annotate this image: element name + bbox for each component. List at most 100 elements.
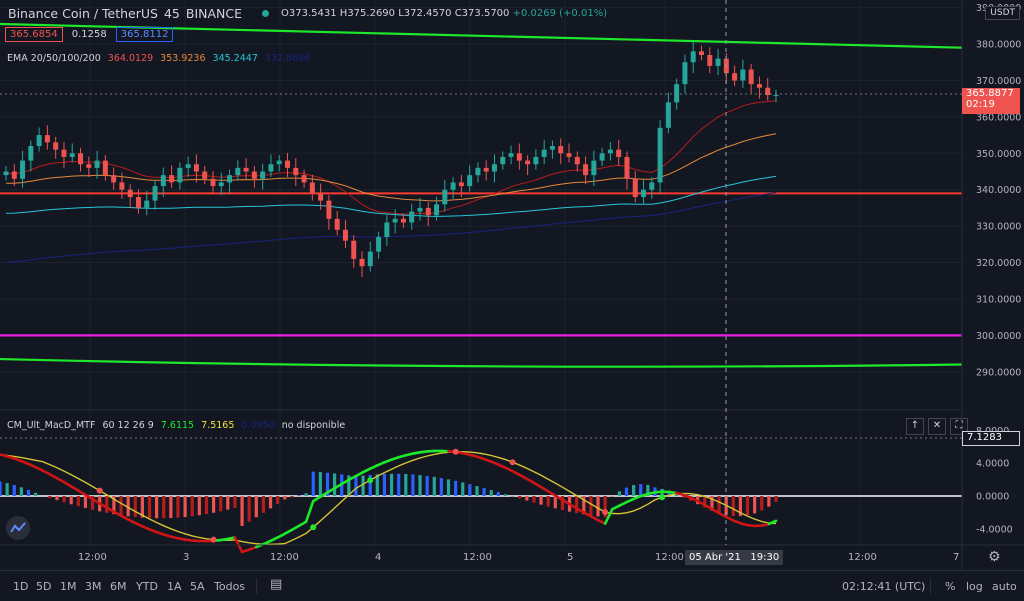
candle-body (517, 153, 522, 160)
candle-body (86, 164, 91, 168)
time-axis[interactable]: 12:00 3 12:00 4 12:00 5 12:00 12:00 7 05… (0, 550, 962, 568)
macd-histogram-bar (205, 496, 208, 514)
chart-canvas[interactable]: 390.0000380.0000370.0000360.0000350.0000… (0, 0, 1024, 570)
macd-histogram-bar (732, 496, 735, 516)
range-5a[interactable]: 5A (190, 580, 205, 593)
macd-histogram-bar (753, 496, 756, 513)
macd-histogram-bar (575, 496, 578, 513)
date-range-calendar-icon[interactable]: ▤ (270, 577, 282, 592)
utc-clock[interactable]: 02:12:41 (UTC) (842, 580, 925, 593)
macd-histogram-bar (483, 488, 486, 496)
macd-histogram-bar (84, 496, 87, 508)
macd-cross-dot (602, 509, 608, 515)
candle-body (475, 168, 480, 175)
candle-body (260, 172, 265, 179)
candle-body (608, 150, 613, 154)
price-axis-label: 300.0000 (976, 331, 1021, 342)
macd-histogram-bar (632, 485, 635, 496)
candle-body (4, 172, 9, 176)
range-6m[interactable]: 6M (110, 580, 127, 593)
last-price-value: 365.8877 (966, 88, 1020, 99)
macd-histogram-bar (162, 496, 165, 518)
price-axis-label: 380.0000 (976, 40, 1021, 51)
candle-body (707, 55, 712, 66)
macd-histogram-bar (554, 496, 557, 508)
candle-body (169, 175, 174, 182)
candle-body (674, 84, 679, 102)
ema20-value: 364.0129 (108, 53, 153, 64)
candle-body (28, 146, 33, 161)
tradingview-logo-icon[interactable] (6, 516, 30, 540)
range-5d[interactable]: 5D (36, 580, 51, 593)
macd-histogram-bar (539, 496, 542, 505)
range-1a[interactable]: 1A (167, 580, 182, 593)
macd-cross-dot (659, 494, 665, 500)
auto-toggle[interactable]: auto (992, 580, 1017, 593)
candle-body (757, 84, 762, 88)
candle-body (144, 201, 149, 208)
macd-histogram-bar (276, 496, 279, 504)
candle-body (119, 182, 124, 189)
candle-body (616, 150, 621, 157)
move-up-icon[interactable]: ↑ (906, 418, 924, 435)
sell-price-button[interactable]: 365.6854 (5, 27, 63, 42)
macd-histogram-bar (497, 492, 500, 496)
symbol-exchange: BINANCE (186, 6, 242, 21)
range-ytd[interactable]: YTD (136, 580, 158, 593)
macd-histogram-bar (447, 479, 450, 496)
macd-cross-dot (211, 537, 217, 543)
percent-toggle[interactable]: % (945, 580, 955, 593)
candle-body (575, 157, 580, 164)
candle-body (252, 172, 257, 179)
price-axis-label: 350.0000 (976, 149, 1021, 160)
candle-body (600, 153, 605, 160)
macd-cross-dot (310, 524, 316, 530)
candle-body (227, 175, 232, 182)
candle-body (335, 219, 340, 230)
candle-body (318, 193, 323, 200)
buy-price-button[interactable]: 365.8112 (116, 27, 174, 42)
settings-gear-icon[interactable]: ⚙ (988, 549, 1001, 565)
candle-body (682, 62, 687, 84)
macd-histogram-bar (70, 496, 73, 504)
candle-body (277, 161, 282, 165)
macd-histogram-bar (233, 496, 236, 508)
candle-body (649, 182, 654, 189)
symbol-interval[interactable]: 45 (164, 6, 180, 21)
candle-body (61, 150, 66, 157)
range-3m[interactable]: 3M (85, 580, 102, 593)
macd-histogram-bar (305, 493, 308, 496)
macd-histogram-bar (312, 472, 315, 496)
candle-body (542, 150, 547, 157)
candle-body (293, 168, 298, 175)
candle-body (459, 182, 464, 186)
candle-body (384, 222, 389, 237)
ema-legend[interactable]: EMA 20/50/100/200 364.0129 353.9236 345.… (7, 53, 314, 64)
macd-histogram-bar (475, 486, 478, 496)
candle-body (550, 146, 555, 150)
candle-body (202, 172, 207, 179)
candle-body (95, 161, 100, 168)
range-1d[interactable]: 1D (13, 580, 28, 593)
symbol-name[interactable]: Binance Coin / TetherUS (8, 6, 158, 21)
candle-body (774, 95, 779, 96)
macd-histogram-bar (262, 496, 265, 513)
close-icon[interactable]: ✕ (928, 418, 946, 435)
macd-cross-dot (453, 449, 459, 455)
time-label: 3 (183, 552, 189, 563)
macd-histogram-bar (774, 496, 777, 502)
candle-body (360, 259, 365, 266)
range-1m[interactable]: 1M (60, 580, 77, 593)
range-all[interactable]: Todos (214, 580, 245, 593)
candle-body (658, 128, 663, 183)
candle-body (409, 212, 414, 223)
currency-badge[interactable]: USDT (985, 6, 1020, 20)
log-toggle[interactable]: log (966, 580, 983, 593)
macd-cross-dot (367, 477, 373, 483)
macd-legend[interactable]: CM_Ult_MacD_MTF 60 12 26 9 7.6115 7.5165… (7, 420, 349, 431)
candle-body (177, 168, 182, 183)
macd-histogram-bar (20, 487, 23, 496)
macd-histogram-bar (639, 484, 642, 496)
symbol-header: Binance Coin / TetherUS 45 BINANCE O373.… (8, 6, 607, 21)
ohlc-values: O373.5431 H375.2690 L372.4570 C373.5700 … (281, 8, 607, 19)
